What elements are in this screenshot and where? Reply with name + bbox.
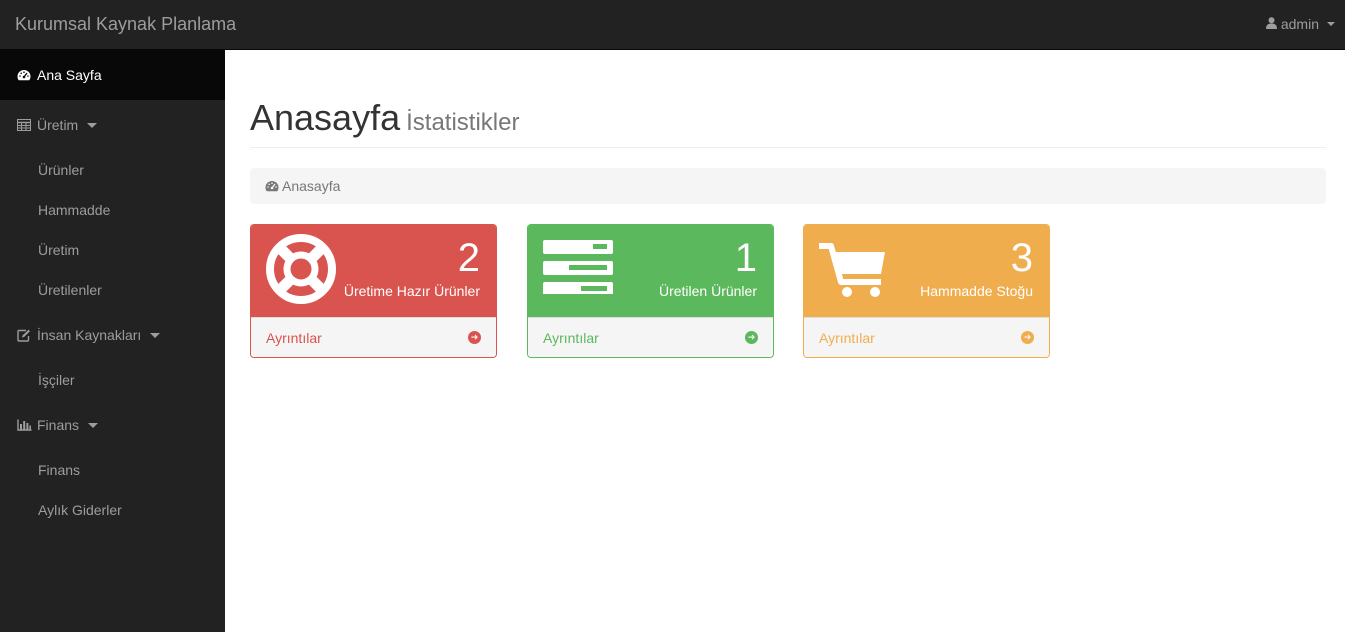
arrow-circle-right-icon: ➜	[468, 331, 481, 344]
tasks-icon	[543, 234, 615, 297]
chevron-down-icon	[150, 332, 161, 338]
stat-count: 3	[1010, 236, 1033, 280]
dashboard-icon	[265, 180, 279, 192]
user-menu[interactable]: admin	[1265, 16, 1335, 32]
page-title: Anasayfa İstatistikler	[250, 96, 1326, 145]
details-link[interactable]: Ayrıntılar ➜	[804, 317, 1049, 357]
panel-heading: 2 Üretime Hazır Ürünler	[251, 225, 496, 317]
shopping-cart-icon	[819, 234, 891, 303]
user-name: admin	[1280, 16, 1319, 32]
sidebar: Ana Sayfa Üretim Ürünler Hammadde Üretim…	[0, 50, 225, 632]
stat-panel-raw-material-stock: 3 Hammadde Stoğu Ayrıntılar ➜	[803, 224, 1050, 358]
edit-icon	[16, 328, 32, 342]
sidebar-item-home[interactable]: Ana Sayfa	[0, 50, 225, 100]
sidebar-item-label: Ana Sayfa	[37, 67, 102, 83]
details-link[interactable]: Ayrıntılar ➜	[251, 317, 496, 357]
sidebar-subitem-uretim[interactable]: Üretim	[0, 230, 225, 270]
stat-label: Üretilen Ürünler	[658, 283, 757, 299]
details-link[interactable]: Ayrıntılar ➜	[528, 317, 773, 357]
life-ring-icon	[266, 234, 336, 307]
details-link-label: Ayrıntılar	[543, 329, 599, 346]
sidebar-subitem-finans[interactable]: Finans	[0, 450, 225, 490]
arrow-circle-right-icon: ➜	[745, 331, 758, 344]
panel-heading: 1 Üretilen Ürünler	[528, 225, 773, 317]
chevron-down-icon	[1327, 22, 1335, 26]
stat-count: 1	[734, 236, 757, 280]
breadcrumb: Anasayfa	[250, 168, 1326, 204]
sidebar-item-label: İnsan Kaynakları	[37, 327, 142, 343]
details-link-label: Ayrıntılar	[266, 329, 322, 346]
main-content: Anasayfa İstatistikler Anasayfa 2 Üretim…	[225, 50, 1345, 628]
table-icon	[16, 118, 32, 132]
chevron-down-icon	[88, 422, 99, 428]
breadcrumb-item: Anasayfa	[282, 178, 341, 194]
sidebar-item-finans[interactable]: Finans	[0, 400, 225, 450]
details-link-label: Ayrıntılar	[819, 329, 875, 346]
bar-chart-icon	[16, 418, 32, 432]
brand-title[interactable]: Kurumsal Kaynak Planlama	[15, 14, 236, 34]
sidebar-subitem-urunler[interactable]: Ürünler	[0, 150, 225, 190]
stat-label: Üretime Hazır Ürünler	[343, 283, 480, 299]
sidebar-item-label: Üretim	[37, 117, 79, 133]
sidebar-item-label: Finans	[37, 417, 80, 433]
sidebar-subitem-hammadde[interactable]: Hammadde	[0, 190, 225, 230]
top-navbar: Kurumsal Kaynak Planlama admin	[0, 0, 1345, 50]
sidebar-item-uretim[interactable]: Üretim	[0, 100, 225, 150]
page-header: Anasayfa İstatistikler	[250, 96, 1326, 148]
sidebar-subitem-aylik-giderler[interactable]: Aylık Giderler	[0, 490, 225, 530]
stat-panel-produced-products: 1 Üretilen Ürünler Ayrıntılar ➜	[527, 224, 774, 358]
sidebar-subitem-isciler[interactable]: İşçiler	[0, 360, 225, 400]
user-icon	[1265, 16, 1277, 32]
stat-panel-ready-products: 2 Üretime Hazır Ürünler Ayrıntılar ➜	[250, 224, 497, 358]
page-subtitle: İstatistikler	[406, 109, 520, 136]
stat-label: Hammadde Stoğu	[920, 283, 1033, 299]
panel-heading: 3 Hammadde Stoğu	[804, 225, 1049, 317]
stat-count: 2	[457, 236, 480, 280]
sidebar-item-insan-kaynaklari[interactable]: İnsan Kaynakları	[0, 310, 225, 360]
dashboard-icon	[16, 68, 32, 82]
sidebar-subitem-uretilenler[interactable]: Üretilenler	[0, 270, 225, 310]
chevron-down-icon	[87, 122, 98, 128]
page-title-text: Anasayfa	[250, 97, 401, 138]
arrow-circle-right-icon: ➜	[1021, 331, 1034, 344]
